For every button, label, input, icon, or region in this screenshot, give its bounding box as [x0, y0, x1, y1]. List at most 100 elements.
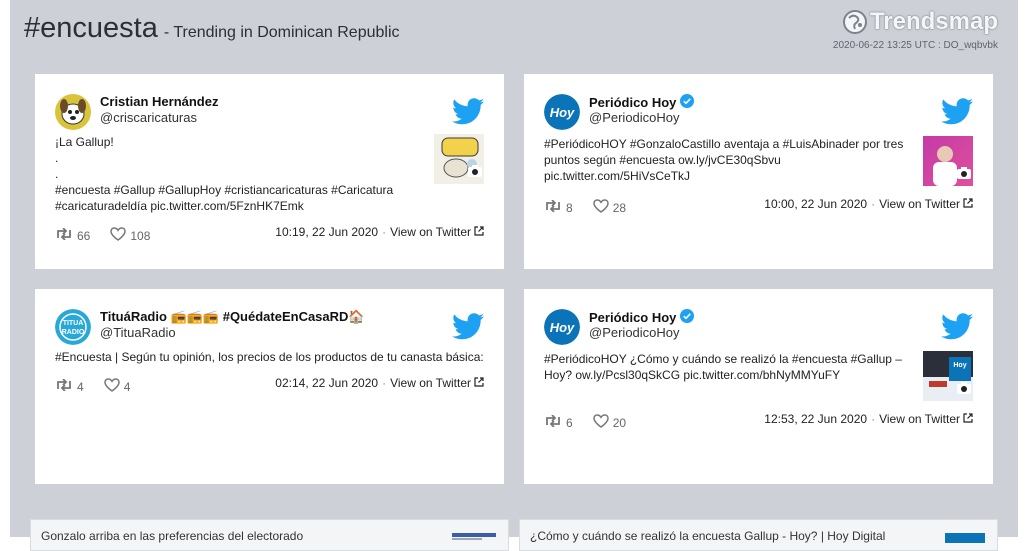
- avatar[interactable]: TITUA RADIO: [55, 309, 91, 345]
- tweet-text-line[interactable]: Hoy? ow.ly/Pcsl30qSkCG pic.twitter.com/b…: [544, 367, 919, 383]
- tweet-time[interactable]: 12:53, 22 Jun 2020: [764, 412, 867, 426]
- tweet-time[interactable]: 10:00, 22 Jun 2020: [764, 197, 867, 211]
- external-link-icon: [474, 225, 484, 239]
- tweet-time[interactable]: 02:14, 22 Jun 2020: [275, 376, 378, 390]
- tweet-stats: 66 108: [55, 227, 150, 244]
- avatar[interactable]: [55, 94, 91, 130]
- heart-icon: [592, 414, 609, 431]
- tweet-card: TITUA RADIO TituáRadio 📻📻📻 #QuédateEnCas…: [35, 289, 504, 484]
- tweet-time[interactable]: 10:19, 22 Jun 2020: [275, 225, 378, 239]
- like-count[interactable]: 20: [592, 414, 627, 431]
- author-name[interactable]: Periódico Hoy: [589, 309, 695, 326]
- link-preview-card[interactable]: ¿Cómo y cuándo se realizó la encuesta Ga…: [519, 519, 998, 551]
- view-on-twitter-label: View on Twitter: [390, 376, 471, 390]
- tweet-stats: 6 20: [544, 414, 626, 431]
- tweet-text-line[interactable]: #Encuesta | Según tu opinión, los precio…: [55, 349, 495, 365]
- like-count-value: 108: [130, 228, 151, 243]
- twitter-bird-icon[interactable]: [452, 98, 484, 130]
- page-header: #encuesta - Trending in Dominican Republ…: [24, 12, 400, 45]
- globe-icon: [842, 9, 868, 35]
- view-on-twitter-link[interactable]: View on Twitter: [879, 197, 973, 211]
- author-name[interactable]: TituáRadio 📻📻📻 #QuédateEnCasaRD🏠: [100, 309, 365, 325]
- camera-icon: [957, 381, 971, 399]
- tweet-text-line[interactable]: #caricaturadeldía pic.twitter.com/5FznHK…: [55, 198, 425, 214]
- retweet-count-value: 66: [77, 228, 91, 243]
- twitter-bird-icon[interactable]: [941, 313, 973, 345]
- heart-icon: [103, 378, 120, 395]
- tweet-stats: 4 4: [55, 378, 130, 395]
- tweet-text-line[interactable]: #PeriódicoHOY #GonzaloCastillo aventaja …: [544, 136, 919, 152]
- link-preview-title: Gonzalo arriba en las preferencias del e…: [41, 529, 304, 543]
- retweet-icon: [544, 414, 562, 430]
- link-preview-thumbnail: [452, 532, 496, 542]
- retweet-count[interactable]: 4: [55, 378, 84, 395]
- retweet-count-value: 8: [566, 200, 573, 215]
- tweet-text-line[interactable]: #encuesta #Gallup #GallupHoy #cristianca…: [55, 182, 425, 198]
- tweet-meta: 10:19, 22 Jun 2020 · View on Twitter: [275, 225, 484, 239]
- twitter-bird-icon[interactable]: [941, 98, 973, 130]
- tweet-stats: 8 28: [544, 199, 626, 216]
- tweet-text: #PeriódicoHOY #GonzaloCastillo aventaja …: [544, 136, 919, 184]
- author-handle[interactable]: @TituaRadio: [100, 325, 176, 340]
- retweet-count[interactable]: 8: [544, 199, 573, 216]
- external-link-icon: [474, 376, 484, 390]
- view-on-twitter-link[interactable]: View on Twitter: [390, 376, 484, 390]
- view-on-twitter-link[interactable]: View on Twitter: [390, 225, 484, 239]
- camera-icon: [468, 164, 482, 182]
- author-handle[interactable]: @PeriodicoHoy: [589, 325, 680, 340]
- retweet-count-value: 6: [566, 415, 573, 430]
- like-count-value: 20: [612, 415, 627, 430]
- tweet-text-line: .: [55, 167, 59, 181]
- svg-text:Hoy: Hoy: [550, 320, 575, 335]
- author-handle[interactable]: @criscaricaturas: [100, 110, 197, 125]
- trending-subtitle: - Trending in Dominican Republic: [163, 24, 400, 41]
- trendsmap-logo[interactable]: Trendsmap: [842, 8, 998, 36]
- tweet-text-line: .: [55, 151, 59, 165]
- avatar[interactable]: Hoy: [544, 94, 580, 130]
- twitter-bird-icon[interactable]: [452, 313, 484, 345]
- camera-icon: [957, 166, 971, 184]
- retweet-count[interactable]: 66: [55, 227, 90, 244]
- tweet-text: #PeriódicoHOY ¿Cómo y cuándo se realizó …: [544, 351, 919, 383]
- author-name-text: Periódico Hoy: [589, 310, 677, 325]
- author-handle[interactable]: @PeriodicoHoy: [589, 110, 680, 125]
- svg-text:Hoy: Hoy: [953, 362, 966, 369]
- author-name-text: TituáRadio 📻📻📻 #QuédateEnCasaRD🏠: [100, 309, 365, 324]
- logo-text: Trendsmap: [869, 8, 998, 35]
- view-on-twitter-link[interactable]: View on Twitter: [879, 412, 973, 426]
- retweet-icon: [544, 199, 562, 215]
- verified-badge-icon: [680, 309, 695, 326]
- view-on-twitter-label: View on Twitter: [879, 197, 960, 211]
- tweet-photo[interactable]: [434, 134, 484, 184]
- tweet-text: #Encuesta | Según tu opinión, los precio…: [55, 349, 495, 365]
- tweet-text-line[interactable]: pic.twitter.com/5HiVsCeTkJ: [544, 168, 919, 184]
- tweet-photo[interactable]: [923, 136, 973, 186]
- separator-dot: ·: [871, 412, 876, 426]
- author-name[interactable]: Cristian Hernández: [100, 94, 218, 109]
- author-name-text: Periódico Hoy: [589, 95, 677, 110]
- svg-text:Hoy: Hoy: [550, 105, 575, 120]
- author-name-text: Cristian Hernández: [100, 94, 219, 109]
- tweet-meta: 02:14, 22 Jun 2020 · View on Twitter: [275, 376, 484, 390]
- heart-icon: [110, 227, 127, 244]
- like-count[interactable]: 108: [110, 227, 150, 244]
- view-on-twitter-label: View on Twitter: [879, 412, 960, 426]
- like-count[interactable]: 4: [103, 378, 131, 395]
- tweet-card: Hoy Periódico Hoy @PeriodicoHoy #Periódi…: [524, 74, 993, 269]
- view-on-twitter-label: View on Twitter: [390, 225, 471, 239]
- tweet-text: ¡La Gallup! . . #encuesta #Gallup #Gallu…: [55, 134, 425, 214]
- tweet-photo[interactable]: Hoy: [923, 351, 973, 401]
- avatar[interactable]: Hoy: [544, 309, 580, 345]
- author-name[interactable]: Periódico Hoy: [589, 94, 695, 111]
- tweet-text-line[interactable]: puntos según #encuesta ow.ly/jvCE30qSbvu: [544, 152, 919, 168]
- external-link-icon: [963, 197, 973, 211]
- tweet-card: Hoy Periódico Hoy @PeriodicoHoy #Periódi…: [524, 289, 993, 484]
- retweet-count[interactable]: 6: [544, 414, 573, 431]
- tweet-text-line[interactable]: #PeriódicoHOY ¿Cómo y cuándo se realizó …: [544, 351, 919, 367]
- hashtag-title[interactable]: #encuesta: [24, 12, 158, 45]
- separator-dot: ·: [382, 225, 387, 239]
- like-count-value: 4: [123, 379, 131, 394]
- like-count[interactable]: 28: [592, 199, 626, 216]
- link-preview-card[interactable]: Gonzalo arriba en las preferencias del e…: [30, 519, 509, 551]
- retweet-icon: [55, 227, 73, 243]
